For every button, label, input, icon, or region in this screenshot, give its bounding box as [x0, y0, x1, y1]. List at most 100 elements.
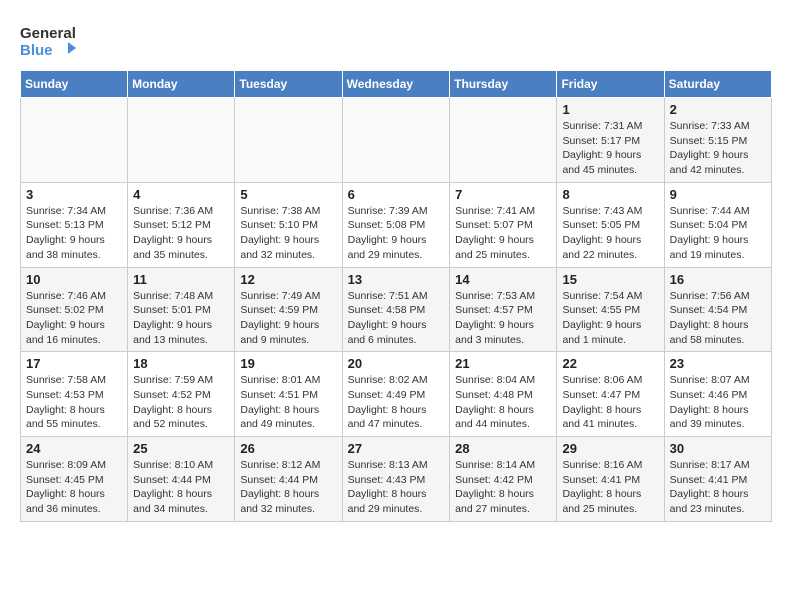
calendar-header-row: SundayMondayTuesdayWednesdayThursdayFrid… — [21, 71, 772, 98]
calendar-cell: 24Sunrise: 8:09 AMSunset: 4:45 PMDayligh… — [21, 437, 128, 522]
day-info: Sunrise: 8:16 AMSunset: 4:41 PMDaylight:… — [562, 458, 658, 517]
calendar-cell: 2 Sunrise: 7:33 AMSunset: 5:15 PMDaylight… — [664, 98, 771, 183]
day-info: Sunrise: 7:33 AMSunset: 5:15 PMDaylight:… — [670, 119, 766, 178]
day-number: 1 — [562, 102, 658, 117]
calendar-cell: 26 Sunrise: 8:12 AMSunset: 4:44 PMDayligh… — [235, 437, 342, 522]
day-info: Sunrise: 7:56 AMSunset: 4:54 PMDaylight:… — [670, 289, 766, 348]
calendar-cell: 11 Sunrise: 7:48 AMSunset: 5:01 PMDayligh… — [128, 267, 235, 352]
calendar-cell: 16 Sunrise: 7:56 AMSunset: 4:54 PMDayligh… — [664, 267, 771, 352]
calendar-cell — [235, 98, 342, 183]
day-info: Sunrise: 8:13 AMSunset: 4:43 PMDaylight:… — [348, 458, 445, 517]
day-info: Sunrise: 8:14 AMSunset: 4:42 PMDaylight:… — [455, 458, 551, 517]
day-number: 5 — [240, 187, 336, 202]
day-info: Sunrise: 7:54 AMSunset: 4:55 PMDaylight:… — [562, 289, 658, 348]
logo: GeneralBlue — [20, 20, 80, 60]
calendar-cell: 3 Sunrise: 7:34 AMSunset: 5:13 PMDaylight… — [21, 182, 128, 267]
day-number: 12 — [240, 272, 336, 287]
day-header-tuesday: Tuesday — [235, 71, 342, 98]
day-number: 6 — [348, 187, 445, 202]
day-info: Sunrise: 7:44 AMSunset: 5:04 PMDaylight:… — [670, 204, 766, 263]
day-header-thursday: Thursday — [450, 71, 557, 98]
day-info: Sunrise: 7:48 AMSunset: 5:01 PMDaylight:… — [133, 289, 229, 348]
day-number: 20 — [348, 356, 445, 371]
day-number: 3 — [26, 187, 122, 202]
calendar-cell: 30Sunrise: 8:17 AMSunset: 4:41 PMDayligh… — [664, 437, 771, 522]
calendar-cell: 5 Sunrise: 7:38 AMSunset: 5:10 PMDaylight… — [235, 182, 342, 267]
calendar-cell: 27 Sunrise: 8:13 AMSunset: 4:43 PMDayligh… — [342, 437, 450, 522]
day-info: Sunrise: 7:53 AMSunset: 4:57 PMDaylight:… — [455, 289, 551, 348]
day-info: Sunrise: 8:04 AMSunset: 4:48 PMDaylight:… — [455, 373, 551, 432]
calendar-cell: 20 Sunrise: 8:02 AMSunset: 4:49 PMDayligh… — [342, 352, 450, 437]
day-number: 22 — [562, 356, 658, 371]
day-info: Sunrise: 7:49 AMSunset: 4:59 PMDaylight:… — [240, 289, 336, 348]
calendar-cell: 21 Sunrise: 8:04 AMSunset: 4:48 PMDayligh… — [450, 352, 557, 437]
calendar-cell: 29 Sunrise: 8:16 AMSunset: 4:41 PMDayligh… — [557, 437, 664, 522]
page-header: GeneralBlue — [20, 20, 772, 60]
day-number: 17 — [26, 356, 122, 371]
calendar-cell: 4 Sunrise: 7:36 AMSunset: 5:12 PMDaylight… — [128, 182, 235, 267]
svg-text:Blue: Blue — [20, 42, 53, 59]
day-number: 8 — [562, 187, 658, 202]
calendar-week-1: 1Sunrise: 7:31 AMSunset: 5:17 PMDaylight… — [21, 98, 772, 183]
day-number: 18 — [133, 356, 229, 371]
day-number: 4 — [133, 187, 229, 202]
calendar-cell: 19 Sunrise: 8:01 AMSunset: 4:51 PMDayligh… — [235, 352, 342, 437]
day-info: Sunrise: 7:58 AMSunset: 4:53 PMDaylight:… — [26, 373, 122, 432]
day-info: Sunrise: 8:07 AMSunset: 4:46 PMDaylight:… — [670, 373, 766, 432]
calendar-week-4: 17 Sunrise: 7:58 AMSunset: 4:53 PMDayligh… — [21, 352, 772, 437]
calendar-cell — [342, 98, 450, 183]
calendar-cell: 6 Sunrise: 7:39 AMSunset: 5:08 PMDaylight… — [342, 182, 450, 267]
day-number: 7 — [455, 187, 551, 202]
calendar-cell: 7 Sunrise: 7:41 AMSunset: 5:07 PMDaylight… — [450, 182, 557, 267]
day-number: 14 — [455, 272, 551, 287]
calendar-cell: 15 Sunrise: 7:54 AMSunset: 4:55 PMDayligh… — [557, 267, 664, 352]
calendar-cell — [128, 98, 235, 183]
calendar-cell: 10Sunrise: 7:46 AMSunset: 5:02 PMDayligh… — [21, 267, 128, 352]
calendar-week-2: 3 Sunrise: 7:34 AMSunset: 5:13 PMDaylight… — [21, 182, 772, 267]
day-info: Sunrise: 7:36 AMSunset: 5:12 PMDaylight:… — [133, 204, 229, 263]
day-number: 16 — [670, 272, 766, 287]
day-info: Sunrise: 8:01 AMSunset: 4:51 PMDaylight:… — [240, 373, 336, 432]
day-number: 15 — [562, 272, 658, 287]
day-number: 29 — [562, 441, 658, 456]
day-info: Sunrise: 7:51 AMSunset: 4:58 PMDaylight:… — [348, 289, 445, 348]
logo-icon: GeneralBlue — [20, 20, 80, 60]
day-number: 28 — [455, 441, 551, 456]
calendar-cell: 13Sunrise: 7:51 AMSunset: 4:58 PMDayligh… — [342, 267, 450, 352]
day-info: Sunrise: 8:02 AMSunset: 4:49 PMDaylight:… — [348, 373, 445, 432]
day-info: Sunrise: 7:41 AMSunset: 5:07 PMDaylight:… — [455, 204, 551, 263]
day-number: 2 — [670, 102, 766, 117]
day-info: Sunrise: 7:38 AMSunset: 5:10 PMDaylight:… — [240, 204, 336, 263]
day-number: 25 — [133, 441, 229, 456]
day-info: Sunrise: 7:34 AMSunset: 5:13 PMDaylight:… — [26, 204, 122, 263]
calendar-table: SundayMondayTuesdayWednesdayThursdayFrid… — [20, 70, 772, 522]
day-number: 21 — [455, 356, 551, 371]
calendar-cell: 22Sunrise: 8:06 AMSunset: 4:47 PMDayligh… — [557, 352, 664, 437]
calendar-cell — [21, 98, 128, 183]
calendar-week-3: 10Sunrise: 7:46 AMSunset: 5:02 PMDayligh… — [21, 267, 772, 352]
calendar-cell: 12 Sunrise: 7:49 AMSunset: 4:59 PMDayligh… — [235, 267, 342, 352]
day-info: Sunrise: 8:12 AMSunset: 4:44 PMDaylight:… — [240, 458, 336, 517]
day-number: 23 — [670, 356, 766, 371]
day-number: 11 — [133, 272, 229, 287]
day-info: Sunrise: 7:39 AMSunset: 5:08 PMDaylight:… — [348, 204, 445, 263]
calendar-cell — [450, 98, 557, 183]
day-info: Sunrise: 7:59 AMSunset: 4:52 PMDaylight:… — [133, 373, 229, 432]
calendar-week-5: 24Sunrise: 8:09 AMSunset: 4:45 PMDayligh… — [21, 437, 772, 522]
calendar-cell: 17 Sunrise: 7:58 AMSunset: 4:53 PMDayligh… — [21, 352, 128, 437]
calendar-cell: 25 Sunrise: 8:10 AMSunset: 4:44 PMDayligh… — [128, 437, 235, 522]
calendar-cell: 1Sunrise: 7:31 AMSunset: 5:17 PMDaylight… — [557, 98, 664, 183]
calendar-cell: 8 Sunrise: 7:43 AMSunset: 5:05 PMDaylight… — [557, 182, 664, 267]
day-number: 19 — [240, 356, 336, 371]
calendar-cell: 18 Sunrise: 7:59 AMSunset: 4:52 PMDayligh… — [128, 352, 235, 437]
day-header-wednesday: Wednesday — [342, 71, 450, 98]
day-info: Sunrise: 7:43 AMSunset: 5:05 PMDaylight:… — [562, 204, 658, 263]
day-number: 24 — [26, 441, 122, 456]
day-info: Sunrise: 8:10 AMSunset: 4:44 PMDaylight:… — [133, 458, 229, 517]
day-header-friday: Friday — [557, 71, 664, 98]
svg-text:General: General — [20, 25, 76, 42]
day-number: 9 — [670, 187, 766, 202]
day-number: 26 — [240, 441, 336, 456]
day-number: 27 — [348, 441, 445, 456]
day-info: Sunrise: 8:17 AMSunset: 4:41 PMDaylight:… — [670, 458, 766, 517]
